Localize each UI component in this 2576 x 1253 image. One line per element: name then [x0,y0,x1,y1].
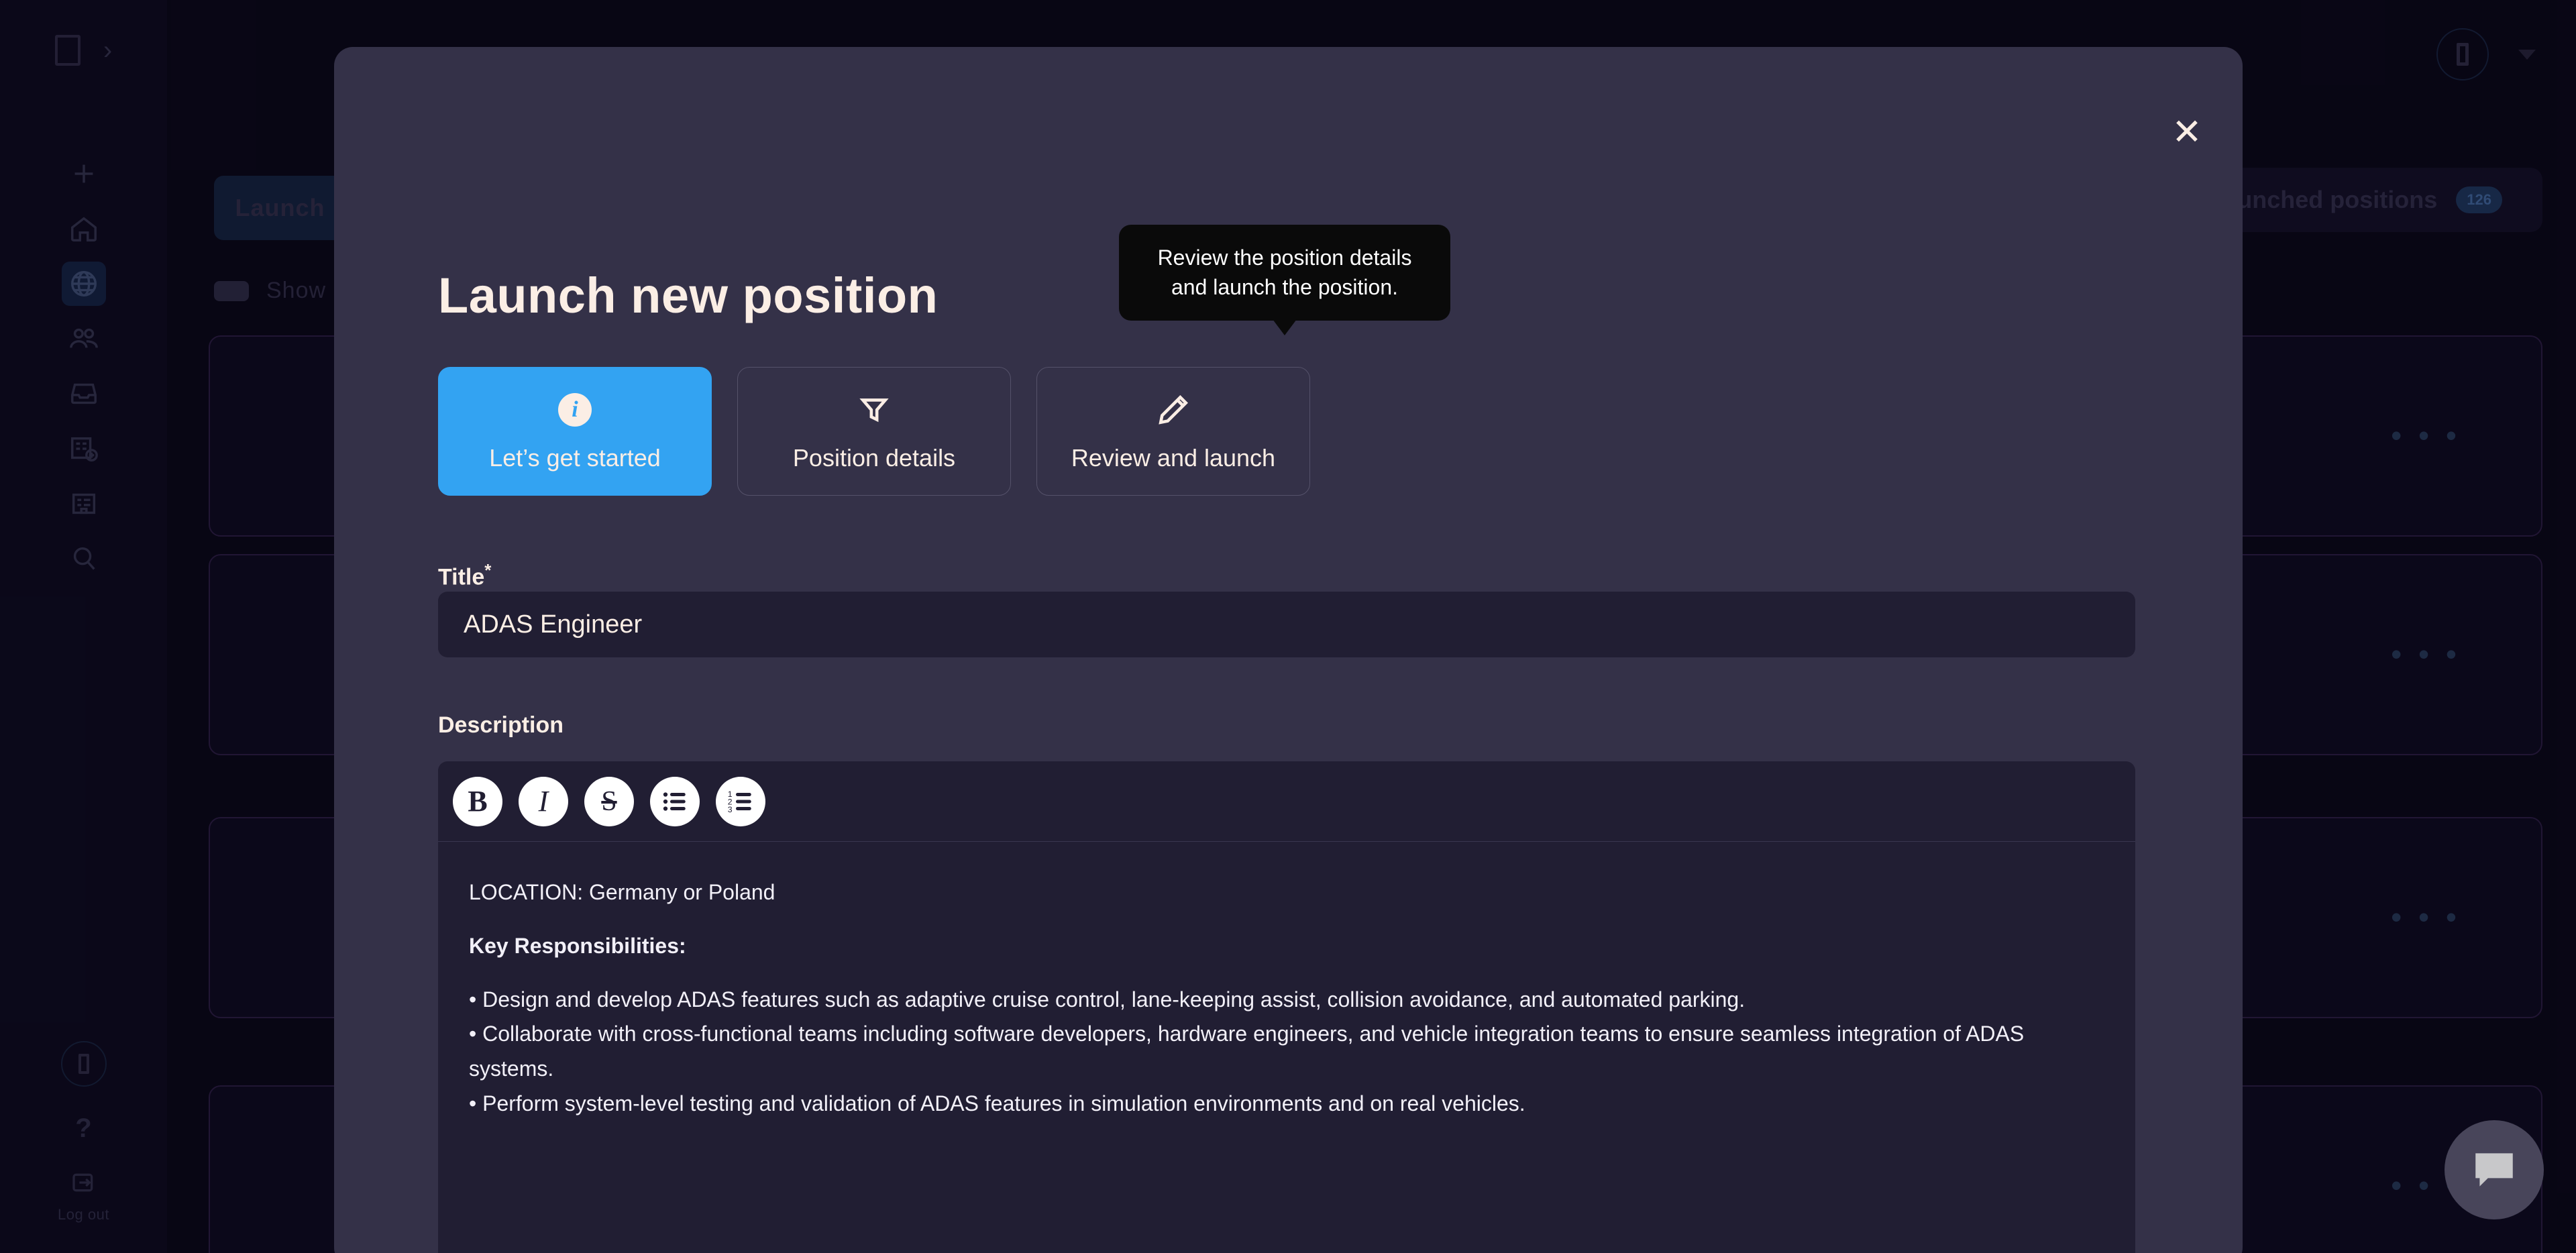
description-editor: B I S 123 LOCATION: Germany or Poland Ke… [438,761,2135,1253]
tab-label: Let’s get started [489,444,661,472]
modal-body: Launch new position Review the position … [438,47,2202,1253]
title-input[interactable] [438,592,2135,657]
italic-label: I [538,785,549,818]
tab-position-details[interactable]: Position details [737,367,1011,496]
description-line: • Collaborate with cross-functional team… [469,1022,2025,1081]
bold-label: B [468,785,488,818]
bullet-list-icon [663,792,686,811]
description-field-label: Description [438,712,564,738]
required-marker: * [484,560,492,580]
numbered-list-icon: 123 [728,789,751,814]
bold-button[interactable]: B [453,776,502,826]
page-title: Launch new position [438,268,938,323]
title-field-label: Title* [438,560,491,590]
description-line: • Design and develop ADAS features such … [469,987,1746,1012]
tab-label: Position details [792,444,956,472]
numbered-list-button[interactable]: 123 [716,776,765,826]
info-icon: i [558,390,592,429]
svg-text:3: 3 [728,804,733,814]
editor-toolbar: B I S 123 [438,761,2135,842]
tab-label: Review and launch [1071,444,1276,472]
funnel-icon [857,390,891,429]
strikethrough-label: S [601,785,617,817]
tab-lets-get-started[interactable]: i Let’s get started [438,367,712,496]
italic-button[interactable]: I [519,776,568,826]
description-content[interactable]: LOCATION: Germany or Poland Key Responsi… [438,842,2135,1122]
modal-tabs: i Let’s get started Position details Rev… [438,367,1310,496]
pencil-icon [1157,390,1190,429]
tooltip-review-and-launch: Review the position details and launch t… [1119,225,1450,321]
app-root: › ? Log out Launch Launched positions 12… [0,0,2576,1253]
title-label-text: Title [438,564,485,590]
description-line: Key Responsibilities: [469,933,686,958]
description-line: • Perform system-level testing and valid… [469,1091,1525,1116]
description-line: LOCATION: Germany or Poland [469,880,775,904]
launch-position-modal: ✕ Launch new position Review the positio… [334,47,2243,1253]
bullet-list-button[interactable] [650,776,700,826]
tab-review-and-launch[interactable]: Review and launch [1036,367,1310,496]
strikethrough-button[interactable]: S [584,776,634,826]
